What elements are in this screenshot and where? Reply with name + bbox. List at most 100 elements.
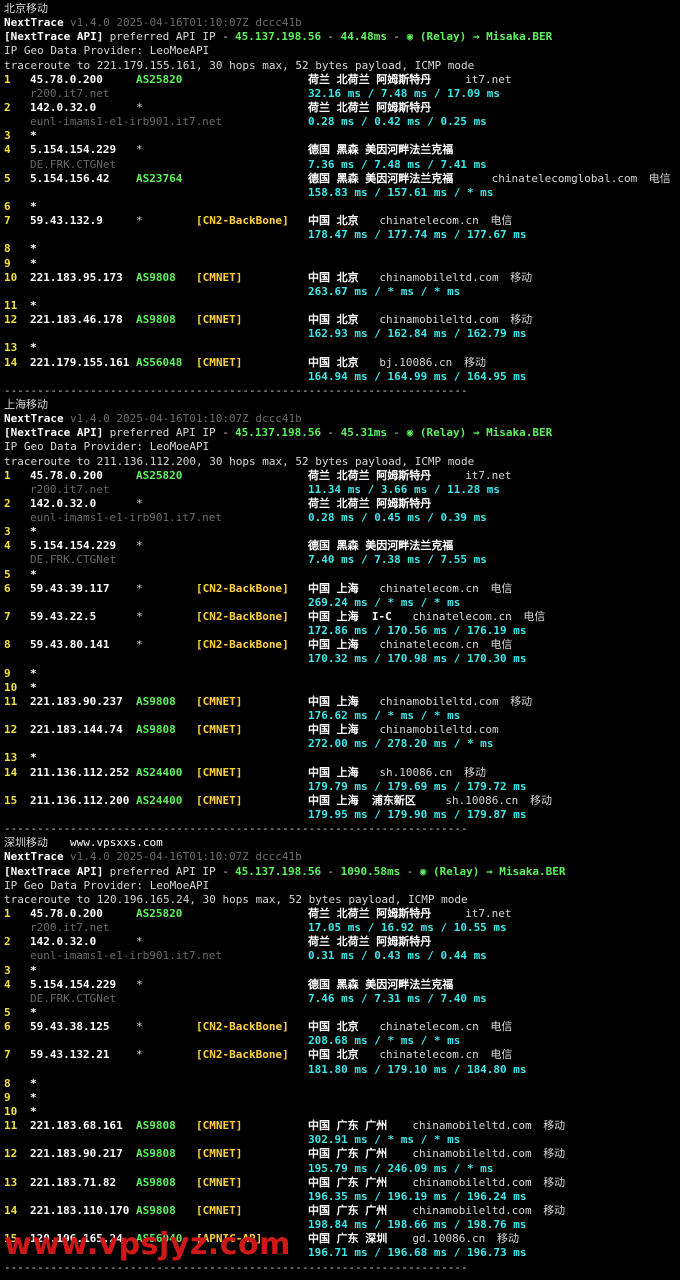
hop-geo: 中国 北京 [308,355,359,369]
hop-asn: * [136,1048,143,1062]
hop-geo: 中国 广东 广州 [308,1175,388,1189]
hop-asn: * [136,539,143,553]
hop-host: chinamobileltd.com [379,723,499,737]
hop-geo: 中国 广东 广州 [308,1119,388,1133]
hop-row: 15 211.136.112.200 AS24400 [CMNET] 中国 上海 浦东新… [4,794,680,808]
hop-geo: 德国 黑森 美因河畔法兰克福 [308,539,454,553]
hop-rdns: eunl-imams1-e1-irb901.it7.net [30,511,223,525]
hop-isp: 电信 [523,610,546,624]
hop-isp: 电信 [490,638,513,652]
api-line: [NextTrace API] preferred API IP - 45.13… [4,865,680,879]
hop-tag: [CMNET] [196,1119,243,1133]
hop-timeout: * [30,242,37,256]
hop-number: 7 [4,1048,11,1062]
hop-detail-row: 181.80 ms / 179.10 ms / 184.80 ms [4,1063,680,1077]
hop-row: 2 142.0.32.0 * 荷兰 北荷兰 阿姆斯特丹 [4,935,680,949]
hop-detail-row: 263.67 ms / * ms / * ms [4,285,680,299]
hop-host: bj.10086.cn [379,355,453,369]
hop-detail-row: eunl-imams1-e1-irb901.it7.net 0.31 ms / 0… [4,949,680,963]
hop-ip: 5.154.154.229 [30,143,117,157]
hop-host: chinatelecom.cn [379,214,479,228]
hop-row: 1 45.78.0.200 AS25820 荷兰 北荷兰 阿姆斯特丹 it7.net [4,907,680,921]
api-dash: - [320,30,341,44]
hop-row: 10 221.183.95.173 AS9808 [CMNET] 中国 北京 chinam… [4,271,680,285]
hop-number: 4 [4,539,11,553]
hop-rtt: 181.80 ms / 179.10 ms / 184.80 ms [308,1062,527,1076]
tool-line: NextTrace v1.4.0 2025-04-16T01:10:07Z dcc… [4,412,680,426]
hop-asn: AS9808 [136,1147,176,1161]
hop-tag: [CN2-BackBone] [196,581,289,595]
hop-detail-row: 176.62 ms / * ms / * ms [4,709,680,723]
hop-ip: 59.43.39.117 [30,581,110,595]
hop-asn: * [136,638,143,652]
hop-number: 5 [4,567,11,581]
hop-host: chinatelecom.cn [379,1048,479,1062]
hop-geo: 荷兰 北荷兰 阿姆斯特丹 [308,935,432,949]
hop-number: 14 [4,1203,18,1217]
hop-row: 5 * [4,1006,680,1020]
section-site: www.vpsxxs.com [70,836,163,850]
hop-rtt: 269.24 ms / * ms / * ms [308,595,461,609]
section-title-line: 上海移动 [4,398,680,412]
hop-number: 12 [4,313,18,327]
hop-asn: AS9808 [136,1175,176,1189]
api-prefix: [NextTrace API] [4,30,104,44]
hop-tag: [CMNET] [196,1203,243,1217]
hop-rtt: 7.40 ms / 7.38 ms / 7.55 ms [308,553,487,567]
hop-rtt: 195.79 ms / 246.09 ms / * ms [308,1161,494,1175]
api-line: [NextTrace API] preferred API IP - 45.13… [4,30,680,44]
hop-rtt: 7.46 ms / 7.31 ms / 7.40 ms [308,991,487,1005]
hop-ip: 221.183.46.178 [30,313,123,327]
hop-number: 8 [4,1076,11,1090]
hop-row: 12 221.183.144.74 AS9808 [CMNET] 中国 上海 chinam… [4,723,680,737]
hop-geo: 中国 上海 [308,694,359,708]
api-ip: 45.137.198.56 [235,30,322,44]
hop-ip: 59.43.22.5 [30,610,97,624]
hop-host: chinamobileltd.com [379,313,499,327]
hop-rtt: 272.00 ms / 278.20 ms / * ms [308,737,494,751]
hop-asn: AS25820 [136,72,183,86]
hop-ip: 221.183.110.170 [30,1203,130,1217]
hop-timeout: * [30,963,37,977]
hop-ip: 221.179.155.161 [30,355,130,369]
hop-geo: 中国 北京 [308,1048,359,1062]
hop-tag: [CN2-BackBone] [196,638,289,652]
hop-ip: 45.78.0.200 [30,468,103,482]
hop-host: sh.10086.cn [445,793,519,807]
hop-rtt: 0.28 ms / 0.45 ms / 0.39 ms [308,511,487,525]
hop-detail-row: DE.FRK.CTGNet 7.40 ms / 7.38 ms / 7.55 ms [4,553,680,567]
hop-geo: 中国 上海 [308,638,359,652]
api-tail: - [386,30,407,44]
hop-isp: 移动 [497,1232,519,1246]
hop-number: 6 [4,199,11,213]
hop-row: 10 * [4,1105,680,1119]
hop-ip: 221.183.144.74 [30,723,123,737]
hop-number: 7 [4,610,11,624]
hop-ip: 142.0.32.0 [30,935,97,949]
hop-row: 4 5.154.154.229 * 德国 黑森 美因河畔法兰克福 [4,978,680,992]
hop-number: 15 [4,793,18,807]
hop-number: 4 [4,143,11,157]
hop-host: chinamobileltd.com [379,270,499,284]
geo-provider: IP Geo Data Provider: LeoMoeAPI [4,878,210,892]
separator: ----------------------------------------… [4,1260,468,1274]
hop-number: 12 [4,1147,18,1161]
separator-line: ----------------------------------------… [4,384,680,398]
hop-asn: * [136,610,143,624]
hop-rtt: 170.32 ms / 170.98 ms / 170.30 ms [308,652,527,666]
hop-geo: 中国 上海 [308,581,359,595]
hop-number: 10 [4,270,18,284]
hop-number: 6 [4,1020,11,1034]
hop-geo: 德国 黑森 美因河畔法兰克福 [308,143,454,157]
hop-tag: [CMNET] [196,355,243,369]
hop-row: 8 * [4,1077,680,1091]
hop-row: 14 211.136.112.252 AS24400 [CMNET] 中国 上海 sh.1… [4,766,680,780]
hop-isp: 电信 [490,214,513,228]
hop-detail-row: 178.47 ms / 177.74 ms / 177.67 ms [4,228,680,242]
tool-name: NextTrace [4,412,64,426]
hop-ip: 59.43.80.141 [30,638,110,652]
hop-host: chinatelecomglobal.com [491,171,638,185]
hop-rtt: 17.05 ms / 16.92 ms / 10.55 ms [308,921,507,935]
hop-row: 2 142.0.32.0 * 荷兰 北荷兰 阿姆斯特丹 [4,101,680,115]
hop-row: 13 221.183.71.82 AS9808 [CMNET] 中国 广东 广州 chin… [4,1176,680,1190]
